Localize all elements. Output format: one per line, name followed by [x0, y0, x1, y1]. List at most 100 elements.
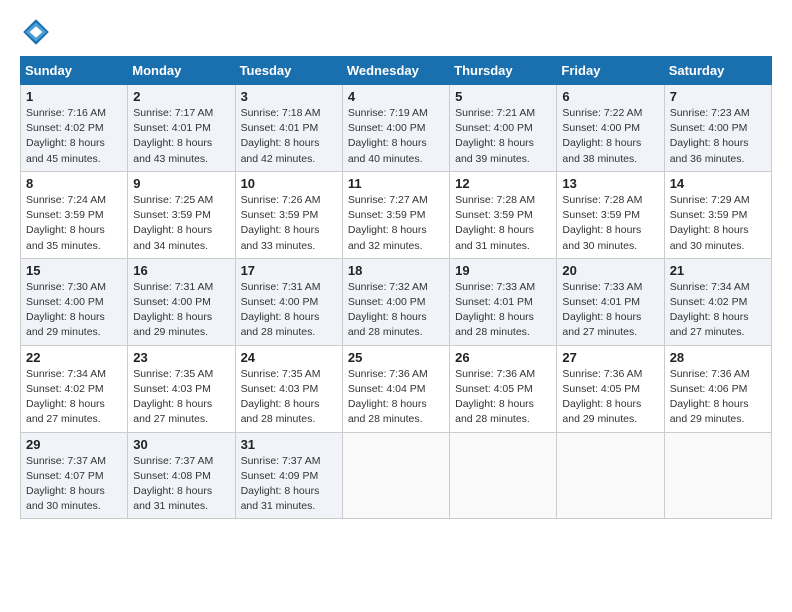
calendar-cell: 7 Sunrise: 7:23 AM Sunset: 4:00 PM Daylig…	[664, 85, 771, 172]
day-number: 15	[26, 263, 122, 278]
day-number: 7	[670, 89, 766, 104]
day-info: Sunrise: 7:25 AM Sunset: 3:59 PM Dayligh…	[133, 193, 229, 254]
calendar-cell: 9 Sunrise: 7:25 AM Sunset: 3:59 PM Daylig…	[128, 171, 235, 258]
header	[20, 16, 772, 48]
calendar-cell: 12Sunrise: 7:28 AM Sunset: 3:59 PM Dayli…	[450, 171, 557, 258]
day-info: Sunrise: 7:18 AM Sunset: 4:01 PM Dayligh…	[241, 106, 337, 167]
day-number: 8	[26, 176, 122, 191]
day-number: 2	[133, 89, 229, 104]
day-info: Sunrise: 7:29 AM Sunset: 3:59 PM Dayligh…	[670, 193, 766, 254]
calendar-week-2: 8 Sunrise: 7:24 AM Sunset: 3:59 PM Daylig…	[21, 171, 772, 258]
calendar-cell: 5 Sunrise: 7:21 AM Sunset: 4:00 PM Daylig…	[450, 85, 557, 172]
day-number: 18	[348, 263, 444, 278]
day-number: 14	[670, 176, 766, 191]
calendar-cell: 24 Sunrise: 7:35 AM Sunset: 4:03 PM Dayli…	[235, 345, 342, 432]
calendar-cell	[664, 432, 771, 519]
calendar-cell: 23 Sunrise: 7:35 AM Sunset: 4:03 PM Dayli…	[128, 345, 235, 432]
day-info: Sunrise: 7:35 AM Sunset: 4:03 PM Dayligh…	[241, 367, 337, 428]
calendar-cell: 22Sunrise: 7:34 AM Sunset: 4:02 PM Dayli…	[21, 345, 128, 432]
day-number: 31	[241, 437, 337, 452]
calendar-cell	[450, 432, 557, 519]
day-number: 30	[133, 437, 229, 452]
calendar-cell: 26Sunrise: 7:36 AM Sunset: 4:05 PM Dayli…	[450, 345, 557, 432]
day-number: 6	[562, 89, 658, 104]
day-number: 4	[348, 89, 444, 104]
day-number: 3	[241, 89, 337, 104]
weekday-header-row: SundayMondayTuesdayWednesdayThursdayFrid…	[21, 57, 772, 85]
weekday-header-saturday: Saturday	[664, 57, 771, 85]
calendar-cell: 15Sunrise: 7:30 AM Sunset: 4:00 PM Dayli…	[21, 258, 128, 345]
weekday-header-sunday: Sunday	[21, 57, 128, 85]
day-info: Sunrise: 7:17 AM Sunset: 4:01 PM Dayligh…	[133, 106, 229, 167]
day-number: 20	[562, 263, 658, 278]
calendar-table: SundayMondayTuesdayWednesdayThursdayFrid…	[20, 56, 772, 519]
day-info: Sunrise: 7:24 AM Sunset: 3:59 PM Dayligh…	[26, 193, 122, 254]
day-info: Sunrise: 7:28 AM Sunset: 3:59 PM Dayligh…	[455, 193, 551, 254]
day-number: 17	[241, 263, 337, 278]
weekday-header-wednesday: Wednesday	[342, 57, 449, 85]
day-number: 13	[562, 176, 658, 191]
day-number: 9	[133, 176, 229, 191]
day-number: 19	[455, 263, 551, 278]
calendar-cell	[557, 432, 664, 519]
calendar-cell	[342, 432, 449, 519]
calendar-cell: 30 Sunrise: 7:37 AM Sunset: 4:08 PM Dayli…	[128, 432, 235, 519]
calendar-cell: 16 Sunrise: 7:31 AM Sunset: 4:00 PM Dayli…	[128, 258, 235, 345]
day-number: 21	[670, 263, 766, 278]
weekday-header-tuesday: Tuesday	[235, 57, 342, 85]
calendar-cell: 10 Sunrise: 7:26 AM Sunset: 3:59 PM Dayli…	[235, 171, 342, 258]
calendar-cell: 14 Sunrise: 7:29 AM Sunset: 3:59 PM Dayli…	[664, 171, 771, 258]
calendar-cell: 11 Sunrise: 7:27 AM Sunset: 3:59 PM Dayli…	[342, 171, 449, 258]
calendar-cell: 20 Sunrise: 7:33 AM Sunset: 4:01 PM Dayli…	[557, 258, 664, 345]
day-info: Sunrise: 7:36 AM Sunset: 4:04 PM Dayligh…	[348, 367, 444, 428]
calendar-cell: 18Sunrise: 7:32 AM Sunset: 4:00 PM Dayli…	[342, 258, 449, 345]
day-info: Sunrise: 7:34 AM Sunset: 4:02 PM Dayligh…	[26, 367, 122, 428]
day-info: Sunrise: 7:16 AM Sunset: 4:02 PM Dayligh…	[26, 106, 122, 167]
calendar-cell: 6 Sunrise: 7:22 AM Sunset: 4:00 PM Daylig…	[557, 85, 664, 172]
weekday-header-monday: Monday	[128, 57, 235, 85]
day-number: 27	[562, 350, 658, 365]
calendar-cell: 4Sunrise: 7:19 AM Sunset: 4:00 PM Daylig…	[342, 85, 449, 172]
calendar-cell: 13Sunrise: 7:28 AM Sunset: 3:59 PM Dayli…	[557, 171, 664, 258]
day-number: 26	[455, 350, 551, 365]
day-number: 28	[670, 350, 766, 365]
calendar-cell: 27 Sunrise: 7:36 AM Sunset: 4:05 PM Dayli…	[557, 345, 664, 432]
day-number: 24	[241, 350, 337, 365]
calendar-cell: 2 Sunrise: 7:17 AM Sunset: 4:01 PM Daylig…	[128, 85, 235, 172]
calendar-cell: 19 Sunrise: 7:33 AM Sunset: 4:01 PM Dayli…	[450, 258, 557, 345]
day-info: Sunrise: 7:23 AM Sunset: 4:00 PM Dayligh…	[670, 106, 766, 167]
day-info: Sunrise: 7:33 AM Sunset: 4:01 PM Dayligh…	[455, 280, 551, 341]
day-info: Sunrise: 7:26 AM Sunset: 3:59 PM Dayligh…	[241, 193, 337, 254]
calendar-cell: 25 Sunrise: 7:36 AM Sunset: 4:04 PM Dayli…	[342, 345, 449, 432]
calendar-week-4: 22Sunrise: 7:34 AM Sunset: 4:02 PM Dayli…	[21, 345, 772, 432]
day-info: Sunrise: 7:31 AM Sunset: 4:00 PM Dayligh…	[133, 280, 229, 341]
day-info: Sunrise: 7:36 AM Sunset: 4:05 PM Dayligh…	[562, 367, 658, 428]
day-number: 25	[348, 350, 444, 365]
day-number: 23	[133, 350, 229, 365]
calendar-cell: 31Sunrise: 7:37 AM Sunset: 4:09 PM Dayli…	[235, 432, 342, 519]
logo	[20, 16, 56, 48]
calendar-week-5: 29 Sunrise: 7:37 AM Sunset: 4:07 PM Dayli…	[21, 432, 772, 519]
day-number: 5	[455, 89, 551, 104]
day-number: 16	[133, 263, 229, 278]
day-info: Sunrise: 7:37 AM Sunset: 4:08 PM Dayligh…	[133, 454, 229, 515]
day-number: 1	[26, 89, 122, 104]
weekday-header-thursday: Thursday	[450, 57, 557, 85]
calendar-cell: 3 Sunrise: 7:18 AM Sunset: 4:01 PM Daylig…	[235, 85, 342, 172]
day-info: Sunrise: 7:22 AM Sunset: 4:00 PM Dayligh…	[562, 106, 658, 167]
calendar-cell: 1 Sunrise: 7:16 AM Sunset: 4:02 PM Daylig…	[21, 85, 128, 172]
day-info: Sunrise: 7:27 AM Sunset: 3:59 PM Dayligh…	[348, 193, 444, 254]
day-info: Sunrise: 7:21 AM Sunset: 4:00 PM Dayligh…	[455, 106, 551, 167]
day-number: 11	[348, 176, 444, 191]
day-info: Sunrise: 7:33 AM Sunset: 4:01 PM Dayligh…	[562, 280, 658, 341]
day-number: 29	[26, 437, 122, 452]
day-info: Sunrise: 7:37 AM Sunset: 4:07 PM Dayligh…	[26, 454, 122, 515]
calendar-cell: 28 Sunrise: 7:36 AM Sunset: 4:06 PM Dayli…	[664, 345, 771, 432]
day-info: Sunrise: 7:36 AM Sunset: 4:06 PM Dayligh…	[670, 367, 766, 428]
day-number: 10	[241, 176, 337, 191]
calendar-cell: 17Sunrise: 7:31 AM Sunset: 4:00 PM Dayli…	[235, 258, 342, 345]
calendar-cell: 21Sunrise: 7:34 AM Sunset: 4:02 PM Dayli…	[664, 258, 771, 345]
logo-icon	[20, 16, 52, 48]
calendar-week-1: 1 Sunrise: 7:16 AM Sunset: 4:02 PM Daylig…	[21, 85, 772, 172]
day-info: Sunrise: 7:35 AM Sunset: 4:03 PM Dayligh…	[133, 367, 229, 428]
